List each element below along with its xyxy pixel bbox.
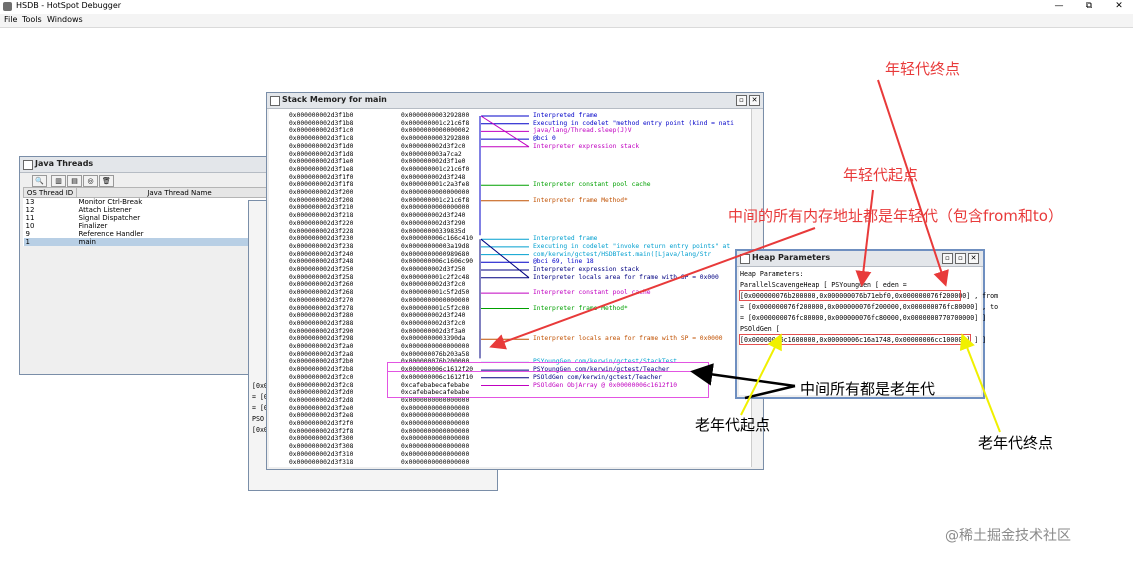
close-window-button[interactable]: ✕: [749, 95, 760, 106]
frame-annotation: Interpreter constant pool cache: [533, 289, 651, 297]
restore-window-button[interactable]: ▫: [955, 253, 966, 264]
heap-parameters-window: Heap Parameters ▫ ▫ ✕ Heap Parameters: P…: [735, 249, 998, 399]
thread-id: 12: [25, 206, 35, 214]
heap-parameters-title-bar[interactable]: Heap Parameters ▫ ▫ ✕: [737, 251, 983, 267]
thread-id: 9: [25, 230, 30, 238]
app-icon: [3, 2, 12, 11]
column-os-thread-id[interactable]: OS Thread ID: [23, 187, 77, 198]
table-row[interactable]: 13 Monitor Ctrl-Break: [24, 198, 283, 207]
watermark: @稀土掘金技术社区: [945, 528, 1071, 544]
table-row-selected[interactable]: 1 main: [23, 238, 283, 246]
window-icon: [270, 96, 280, 106]
table-row[interactable]: 12 Attach Listener: [24, 206, 283, 214]
heap-parameters-content: Heap Parameters: ParallelScavengeHeap [ …: [739, 267, 998, 395]
menu-tools[interactable]: Tools: [22, 15, 42, 24]
heap-line: ParallelScavengeHeap [ PSYoungGen [ eden…: [740, 281, 907, 289]
callout-old-middle: 中间所有都是老年代: [800, 380, 936, 398]
heap-line: PSOldGen [: [740, 325, 780, 333]
window-icon: [23, 160, 33, 170]
frame-annotation: Interpreter expression stack: [533, 142, 640, 150]
thread-id: 1: [23, 238, 77, 246]
java-threads-window: Java Threads 🔍 ▥ ▤ ◎ 🗑 OS Thread ID Java…: [19, 156, 283, 375]
stack-memory-content: 0x000000002d3f1b0 0x0000000003292800 0x000…: [269, 109, 755, 467]
frame-annotation: @bci 69, line 18: [533, 258, 594, 266]
menu-windows[interactable]: Windows: [47, 15, 83, 24]
stack-memory-title-bar[interactable]: Stack Memory for main ▫ ✕: [267, 93, 763, 109]
menu-file[interactable]: File: [4, 15, 17, 24]
close-window-button[interactable]: ✕: [968, 253, 979, 264]
frame-annotation: Interpreted frame: [533, 112, 598, 119]
frame-annotation: java/lang/Thread.sleep(J)V: [533, 127, 632, 135]
callout-old-start: 老年代起点: [695, 416, 771, 434]
table-row[interactable]: 10 Finalizer: [24, 222, 283, 230]
frame-connector-lines: [479, 115, 530, 386]
window-icon: [740, 254, 750, 264]
frame-annotation: Interpreter frame Method*: [533, 304, 628, 312]
callout-old-end: 老年代终点: [978, 434, 1054, 452]
app-title: HSDB - HotSpot Debugger: [16, 1, 122, 10]
find-crash-icon[interactable]: ◎: [83, 175, 98, 187]
maximize-button[interactable]: ⧉: [1076, 0, 1102, 13]
frame-annotation: com/kerwin/gctest/HSDBTest.main([Ljava/l…: [533, 250, 712, 258]
frame-annotation: Interpreter constant pool cache: [533, 181, 651, 189]
heap-parameters-title: Heap Parameters: [752, 253, 831, 262]
frame-annotation: Interpreter frame Method*: [533, 196, 628, 204]
stack-memory-title: Stack Memory for main: [282, 95, 387, 104]
thread-id: 11: [25, 214, 35, 222]
thread-id: 13: [25, 198, 35, 206]
column-java-thread-name[interactable]: Java Thread Name: [76, 187, 283, 198]
annotation-diagonal: [480, 238, 530, 279]
java-threads-title: Java Threads: [35, 159, 94, 168]
stack-trace-icon[interactable]: ▥: [51, 175, 66, 187]
old-gen-highlight: [739, 334, 971, 345]
minimize-window-button[interactable]: ▫: [942, 253, 953, 264]
delete-icon[interactable]: 🗑: [99, 175, 114, 187]
info-icon[interactable]: ▤: [67, 175, 82, 187]
app-title-bar: HSDB - HotSpot Debugger — ⧉ ✕: [0, 0, 1133, 15]
stack-memory-window: Stack Memory for main ▫ ✕ 0x000000002d3f…: [266, 92, 764, 470]
highlight-box: [387, 371, 709, 398]
heap-line: = [0x000000076fc80000,0x000000076fc80000…: [740, 314, 987, 322]
frame-annotation: Interpreted frame: [533, 235, 598, 243]
restore-window-button[interactable]: ▫: [736, 95, 747, 106]
heap-line: Heap Parameters:: [740, 270, 804, 278]
table-row[interactable]: 9 Reference Handler: [24, 230, 283, 238]
heap-line: = [0x000000076f200000,0x000000076f200000…: [740, 303, 999, 311]
table-row[interactable]: 11 Signal Dispatcher: [24, 214, 283, 222]
inspect-thread-icon[interactable]: 🔍: [32, 175, 47, 187]
frame-annotation: Interpreter locals area for frame with S…: [533, 273, 719, 281]
frame-annotation: Interpreter locals area for frame with S…: [533, 335, 723, 343]
java-threads-title-bar[interactable]: Java Threads: [20, 157, 272, 173]
close-button[interactable]: ✕: [1106, 0, 1132, 13]
frame-annotation: Executing in codelet "method entry point…: [533, 119, 734, 127]
minimize-button[interactable]: —: [1046, 0, 1072, 13]
callout-young-start: 年轻代起点: [843, 166, 919, 184]
menu-bar: File Tools Windows: [0, 14, 1133, 28]
frame-annotation: Executing in codelet "invoke return entr…: [533, 242, 731, 250]
young-gen-highlight: [739, 290, 961, 301]
frame-annotation: @bci 0: [533, 135, 556, 143]
callout-young-range: 中间的所有内存地址都是年轻代（包含from和to）: [728, 207, 1063, 225]
frame-annotation: Interpreter expression stack: [533, 266, 640, 273]
callout-young-end: 年轻代终点: [885, 60, 961, 78]
thread-id: 10: [25, 222, 35, 230]
threads-table: OS Thread ID Java Thread Name 13 Monitor …: [23, 187, 283, 246]
